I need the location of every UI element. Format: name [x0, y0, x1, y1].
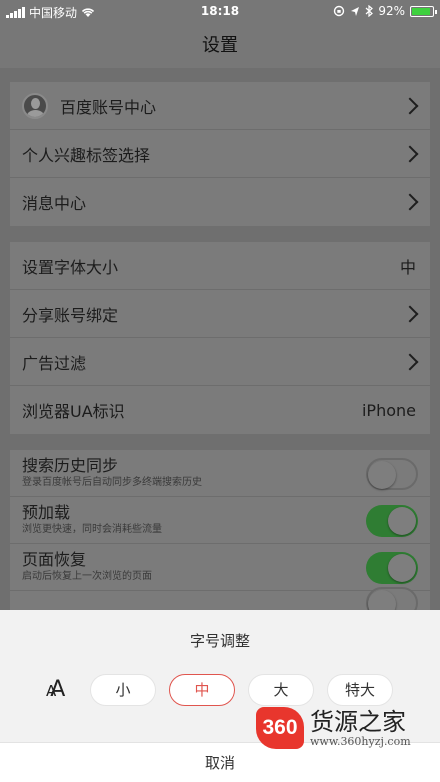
chevron-right-icon — [401, 193, 419, 211]
watermark: 360 货源之家 www.360hyzj.com — [256, 705, 411, 751]
row-interest-tags[interactable]: 个人兴趣标签选择 — [10, 130, 430, 178]
watermark-logo: 360 — [256, 707, 304, 749]
battery-percent: 92% — [378, 4, 405, 18]
location-icon — [351, 6, 360, 16]
row-label: 分享账号绑定 — [22, 305, 119, 325]
row-label: 设置字体大小 — [22, 257, 119, 277]
watermark-url: www.360hyzj.com — [310, 734, 411, 748]
size-small-button[interactable]: 小 — [90, 674, 156, 706]
general-group: 设置字体大小 中 分享账号绑定 广告过滤 浏览器UA标识 iPhone — [10, 242, 430, 434]
chevron-right-icon — [401, 353, 419, 370]
rotation-lock-icon — [334, 5, 345, 17]
battery-icon — [410, 5, 437, 17]
row-page-restore: 页面恢复 启动后恢复上一次浏览的页面 — [10, 544, 430, 591]
status-bar: 中国移动 18:18 92% — [0, 0, 440, 24]
nav-bar: 设置 — [0, 24, 440, 68]
size-medium-button[interactable]: 中 — [169, 674, 235, 706]
row-label: 个人兴趣标签选择 — [22, 145, 151, 165]
font-size-sheet: 字号调整 AA 小 中 大 特大 取消 — [0, 610, 440, 782]
font-size-options: AA 小 中 大 特大 — [0, 674, 440, 708]
avatar-icon — [22, 92, 48, 119]
watermark-texts: 货源之家 www.360hyzj.com — [310, 709, 411, 748]
ua-value: iPhone — [361, 400, 416, 420]
watermark-name: 货源之家 — [310, 707, 406, 736]
preload-toggle[interactable] — [366, 505, 418, 537]
row-label: 百度账号中心 — [60, 97, 157, 117]
toggle-group: 搜索历史同步 登录百度帐号后自动同步多终端搜索历史 预加载 浏览更快速，同时会消… — [10, 450, 430, 621]
sheet-title: 字号调整 — [189, 632, 250, 650]
row-label: 浏览器UA标识 — [22, 402, 125, 421]
status-right: 92% — [333, 4, 437, 18]
chevron-right-icon — [401, 97, 419, 114]
size-extra-large-button[interactable]: 特大 — [327, 674, 393, 706]
font-size-value: 中 — [399, 257, 416, 277]
toggle-knob — [388, 507, 416, 535]
search-history-sync-toggle[interactable] — [366, 458, 418, 490]
bluetooth-icon — [365, 5, 374, 17]
font-size-icon: AA — [46, 677, 65, 702]
toggle-knob — [388, 554, 416, 582]
toggle-knob — [368, 461, 396, 489]
account-group: 百度账号中心 个人兴趣标签选择 消息中心 — [10, 82, 430, 226]
row-label: 消息中心 — [22, 194, 87, 213]
row-ad-filter[interactable]: 广告过滤 — [10, 338, 430, 386]
row-search-history-sync: 搜索历史同步 登录百度帐号后自动同步多终端搜索历史 — [10, 450, 430, 497]
row-message-center[interactable]: 消息中心 — [10, 178, 430, 226]
row-share-binding[interactable]: 分享账号绑定 — [10, 290, 430, 338]
page-restore-toggle[interactable] — [366, 552, 418, 584]
row-label: 广告过滤 — [22, 353, 87, 373]
row-ua-identifier[interactable]: 浏览器UA标识 iPhone — [10, 386, 430, 434]
row-font-size[interactable]: 设置字体大小 中 — [10, 242, 430, 290]
size-large-button[interactable]: 大 — [248, 674, 314, 706]
row-preload: 预加载 浏览更快速，同时会消耗些流量 — [10, 497, 430, 544]
chevron-right-icon — [401, 305, 419, 322]
row-baidu-account[interactable]: 百度账号中心 — [10, 82, 430, 130]
page-title: 设置 — [202, 35, 238, 56]
chevron-right-icon — [401, 145, 419, 162]
